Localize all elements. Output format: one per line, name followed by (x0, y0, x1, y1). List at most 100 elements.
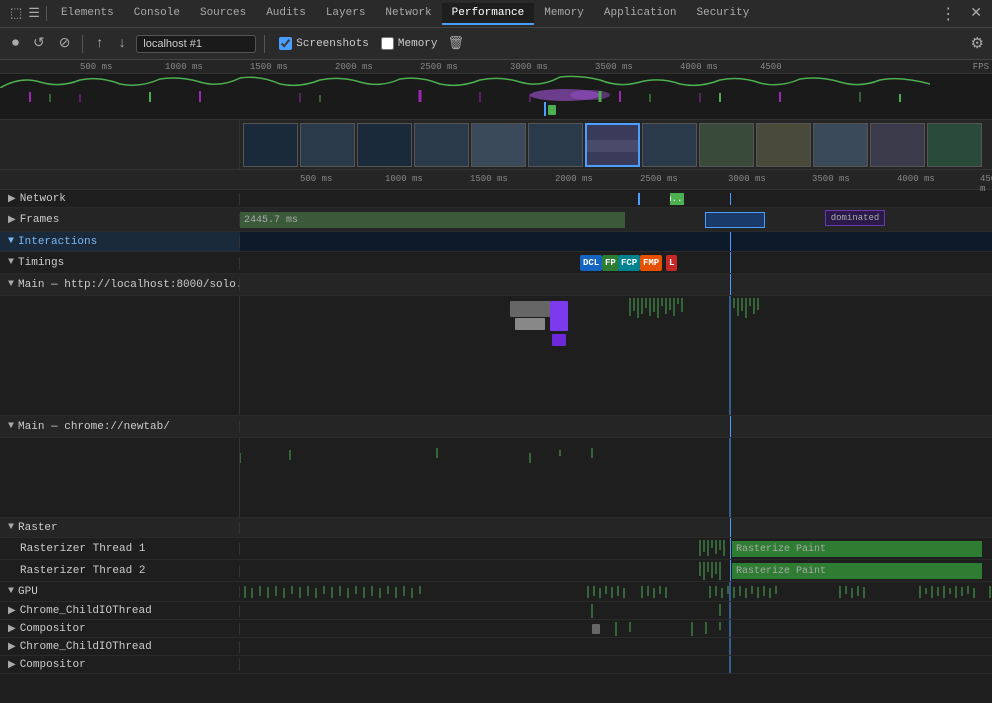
reload-button[interactable]: ↺ (29, 33, 49, 54)
network-content: h... (240, 190, 992, 207)
gpu-expand-arrow[interactable]: ▼ (8, 586, 14, 597)
frames-expand-arrow[interactable]: ▶ (8, 214, 16, 226)
tick2-1000: 1000 ms (385, 174, 423, 184)
download-button[interactable]: ↓ (114, 34, 130, 54)
screenshots-checkbox[interactable] (279, 37, 292, 50)
stop-button[interactable]: ⊘ (55, 33, 75, 54)
tick2-2500: 2500 ms (640, 174, 678, 184)
main2-header-row: ▼ Main — chrome://newtab/ (0, 416, 992, 438)
inspect-icon[interactable]: ⬚ (10, 6, 22, 21)
tab-audits[interactable]: Audits (256, 3, 316, 25)
raster-label-cell: ▼ Raster (0, 522, 240, 534)
tab-network[interactable]: Network (375, 3, 441, 25)
screenshot-4[interactable] (414, 123, 469, 167)
compositor2-label-cell: ▶ Compositor (0, 659, 240, 671)
chrome-child1-row: ▶ Chrome_ChildIOThread (0, 602, 992, 620)
raster-expand-arrow[interactable]: ▼ (8, 522, 14, 533)
main1-label: Main — http://localhost:8000/solo.html (18, 279, 240, 291)
toolbar: ⏺ ↺ ⊘ ↑ ↓ Screenshots Memory 🗑 ⚙ (0, 28, 992, 60)
tab-security[interactable]: Security (687, 3, 760, 25)
trash-button[interactable]: 🗑 (448, 36, 465, 51)
gpu-content (240, 582, 992, 601)
screenshot-10[interactable] (756, 123, 811, 167)
chrome-child1-label: Chrome_ChildIOThread (20, 605, 152, 617)
tab-layers[interactable]: Layers (316, 3, 376, 25)
tick-1500: 1500 ms (250, 62, 288, 72)
compositor2-row: ▶ Compositor (0, 656, 992, 674)
screenshot-7[interactable] (585, 123, 640, 167)
screenshot-12[interactable] (870, 123, 925, 167)
cursor-v-main2 (730, 416, 731, 437)
scroll-content[interactable]: ▶ Network h... ▶ Frames 2445.7 ms (0, 190, 992, 703)
tab-elements[interactable]: Elements (51, 3, 124, 25)
frames-value: 2445.7 ms (244, 215, 298, 226)
rasterizer1-row: Rasterizer Thread 1 Rasterize Paint (0, 538, 992, 560)
timings-row: ▼ Timings DCL FP FCP FMP L (0, 252, 992, 274)
net-overview: NET (0, 102, 962, 116)
gear-button[interactable]: ⚙ (971, 34, 984, 53)
tick2-3000: 3000 ms (728, 174, 766, 184)
rasterizer2-label: Rasterizer Thread 2 (20, 565, 145, 577)
main2-label-cell: ▼ Main — chrome://newtab/ (0, 421, 240, 433)
timing-dcl: DCL (580, 255, 602, 271)
screenshot-2[interactable] (300, 123, 355, 167)
chrome-child1-content (240, 602, 992, 619)
compositor1-expand-arrow[interactable]: ▶ (8, 623, 16, 635)
chrome-child1-expand-arrow[interactable]: ▶ (8, 605, 16, 617)
gpu-label-cell: ▼ GPU (0, 586, 240, 598)
timing-l: L (666, 255, 677, 271)
record-button[interactable]: ⏺ (8, 34, 23, 54)
mobile-icon[interactable]: ☰ (28, 6, 40, 21)
close-devtools-icon[interactable]: ✕ (964, 5, 988, 22)
memory-checkbox[interactable] (381, 37, 394, 50)
main1-content-header (240, 274, 992, 295)
screenshot-5[interactable] (471, 123, 526, 167)
upload-button[interactable]: ↑ (91, 34, 107, 54)
interactions-expand-arrow[interactable]: ▼ (8, 236, 14, 247)
main1-header-row: ▼ Main — http://localhost:8000/solo.html (0, 274, 992, 296)
screenshot-13[interactable] (927, 123, 982, 167)
timings-expand-arrow[interactable]: ▼ (8, 257, 14, 268)
interactions-label: Interactions (18, 236, 97, 248)
screenshot-11[interactable] (813, 123, 868, 167)
tab-console[interactable]: Console (124, 3, 190, 25)
timeline-overview[interactable]: 500 ms 1000 ms 1500 ms 2000 ms 2500 ms 3… (0, 60, 992, 120)
frames-content: 2445.7 ms dominated (240, 208, 992, 231)
compositor2-label: Compositor (20, 659, 86, 671)
rasterize-paint-2: Rasterize Paint (732, 563, 982, 579)
raster-header-row: ▼ Raster (0, 518, 992, 538)
chrome-child2-label: Chrome_ChildIOThread (20, 641, 152, 653)
more-tabs-icon[interactable]: ⋮ (932, 4, 964, 24)
timings-content: DCL FP FCP FMP L (240, 252, 992, 273)
url-input[interactable] (136, 35, 256, 53)
chrome-child2-row: ▶ Chrome_ChildIOThread (0, 638, 992, 656)
compositor2-expand-arrow[interactable]: ▶ (8, 659, 16, 671)
rasterizer1-label: Rasterizer Thread 1 (20, 543, 145, 555)
timings-label-cell: ▼ Timings (0, 257, 240, 269)
compositor1-label-cell: ▶ Compositor (0, 623, 240, 635)
tab-application[interactable]: Application (594, 3, 687, 25)
screenshot-9[interactable] (699, 123, 754, 167)
tab-memory[interactable]: Memory (534, 3, 594, 25)
interactions-label-cell: ▼ Interactions (0, 236, 240, 248)
network-expand-arrow[interactable]: ▶ (8, 193, 16, 205)
chrome-child2-expand-arrow[interactable]: ▶ (8, 641, 16, 653)
frames-label: Frames (20, 214, 60, 226)
rasterize-paint-1: Rasterize Paint (732, 541, 982, 557)
main2-expand-arrow[interactable]: ▼ (8, 421, 14, 432)
separator-1 (82, 35, 83, 53)
main1-expand-arrow[interactable]: ▼ (8, 279, 14, 290)
tick2-1500: 1500 ms (470, 174, 508, 184)
screenshot-3[interactable] (357, 123, 412, 167)
second-time-ruler: 500 ms 1000 ms 1500 ms 2000 ms 2500 ms 3… (0, 170, 992, 190)
screenshot-8[interactable] (642, 123, 697, 167)
compositor2-content (240, 656, 992, 673)
tab-sources[interactable]: Sources (190, 3, 256, 25)
memory-label: Memory (398, 38, 438, 50)
screenshot-1[interactable] (243, 123, 298, 167)
screenshot-6[interactable] (528, 123, 583, 167)
tick2-500: 500 ms (300, 174, 332, 184)
tab-performance[interactable]: Performance (442, 3, 535, 25)
screenshots-strip (0, 120, 992, 170)
tab-bar: ⬚ ☰ Elements Console Sources Audits Laye… (0, 0, 992, 28)
